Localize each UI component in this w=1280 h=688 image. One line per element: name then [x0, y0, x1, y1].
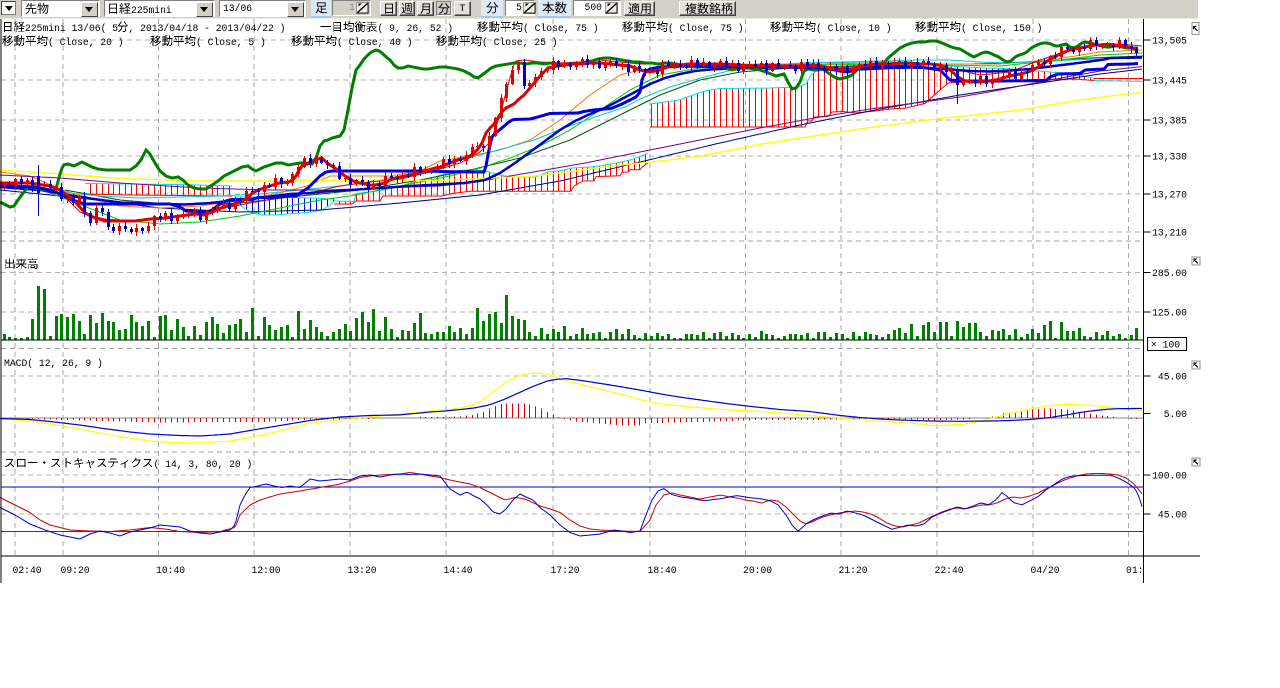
svg-text:5.00: 5.00: [1164, 409, 1187, 420]
svg-text:( 9, 26, 52 ): ( 9, 26, 52 ): [378, 23, 454, 34]
svg-text:13,385: 13,385: [1152, 116, 1187, 127]
svg-text:( Close, 75 ): ( Close, 75 ): [523, 23, 599, 34]
svg-text:125.00: 125.00: [1152, 308, 1187, 319]
svg-text:( Close, 20 ): ( Close, 20 ): [48, 37, 124, 48]
svg-text:22:40: 22:40: [935, 565, 964, 576]
svg-text:100.00: 100.00: [1152, 471, 1187, 482]
svg-text:10:40: 10:40: [156, 565, 185, 576]
svg-text:12:00: 12:00: [252, 565, 281, 576]
svg-text:45.00: 45.00: [1158, 372, 1187, 383]
svg-text:13,210: 13,210: [1152, 228, 1187, 239]
svg-text:01:: 01:: [1126, 565, 1143, 576]
svg-text:17:20: 17:20: [551, 565, 580, 576]
svg-text:13,270: 13,270: [1152, 190, 1187, 201]
svg-text:02:40: 02:40: [13, 565, 42, 576]
svg-text:09:20: 09:20: [61, 565, 90, 576]
svg-text:225mini: 225mini: [131, 4, 172, 15]
svg-text:( Close, 75 ): ( Close, 75 ): [668, 23, 744, 34]
svg-text:( Close, 150 ): ( Close, 150 ): [961, 23, 1042, 34]
svg-text:18:40: 18:40: [648, 565, 677, 576]
svg-text:13,505: 13,505: [1152, 36, 1187, 47]
svg-text:13,330: 13,330: [1152, 152, 1187, 163]
svg-text:( 14, 3, 80, 20 ): ( 14, 3, 80, 20 ): [154, 459, 253, 470]
svg-text:21:20: 21:20: [839, 565, 868, 576]
svg-text:, 2013/04/18 - 2013/04/22 ): , 2013/04/18 - 2013/04/22 ): [129, 23, 286, 34]
svg-text:( Close, 40 ): ( Close, 40 ): [337, 37, 413, 48]
svg-text:13,445: 13,445: [1152, 76, 1187, 87]
svg-text:225mini 13/06( 5: 225mini 13/06( 5: [25, 23, 118, 34]
svg-text:04/20: 04/20: [1031, 565, 1060, 576]
svg-text:× 100: × 100: [1151, 340, 1180, 351]
svg-text:13:20: 13:20: [348, 565, 377, 576]
svg-text:14:40: 14:40: [444, 565, 473, 576]
svg-text:( Close, 5 ): ( Close, 5 ): [196, 37, 266, 48]
svg-text:MACD( 12, 26, 9 ): MACD( 12, 26, 9 ): [4, 358, 103, 369]
svg-text:45.00: 45.00: [1158, 510, 1187, 521]
svg-text:( Close, 10 ): ( Close, 10 ): [816, 23, 892, 34]
svg-text:( Close, 25 ): ( Close, 25 ): [482, 37, 558, 48]
svg-text:285.00: 285.00: [1152, 268, 1187, 279]
svg-text:20:00: 20:00: [743, 565, 772, 576]
